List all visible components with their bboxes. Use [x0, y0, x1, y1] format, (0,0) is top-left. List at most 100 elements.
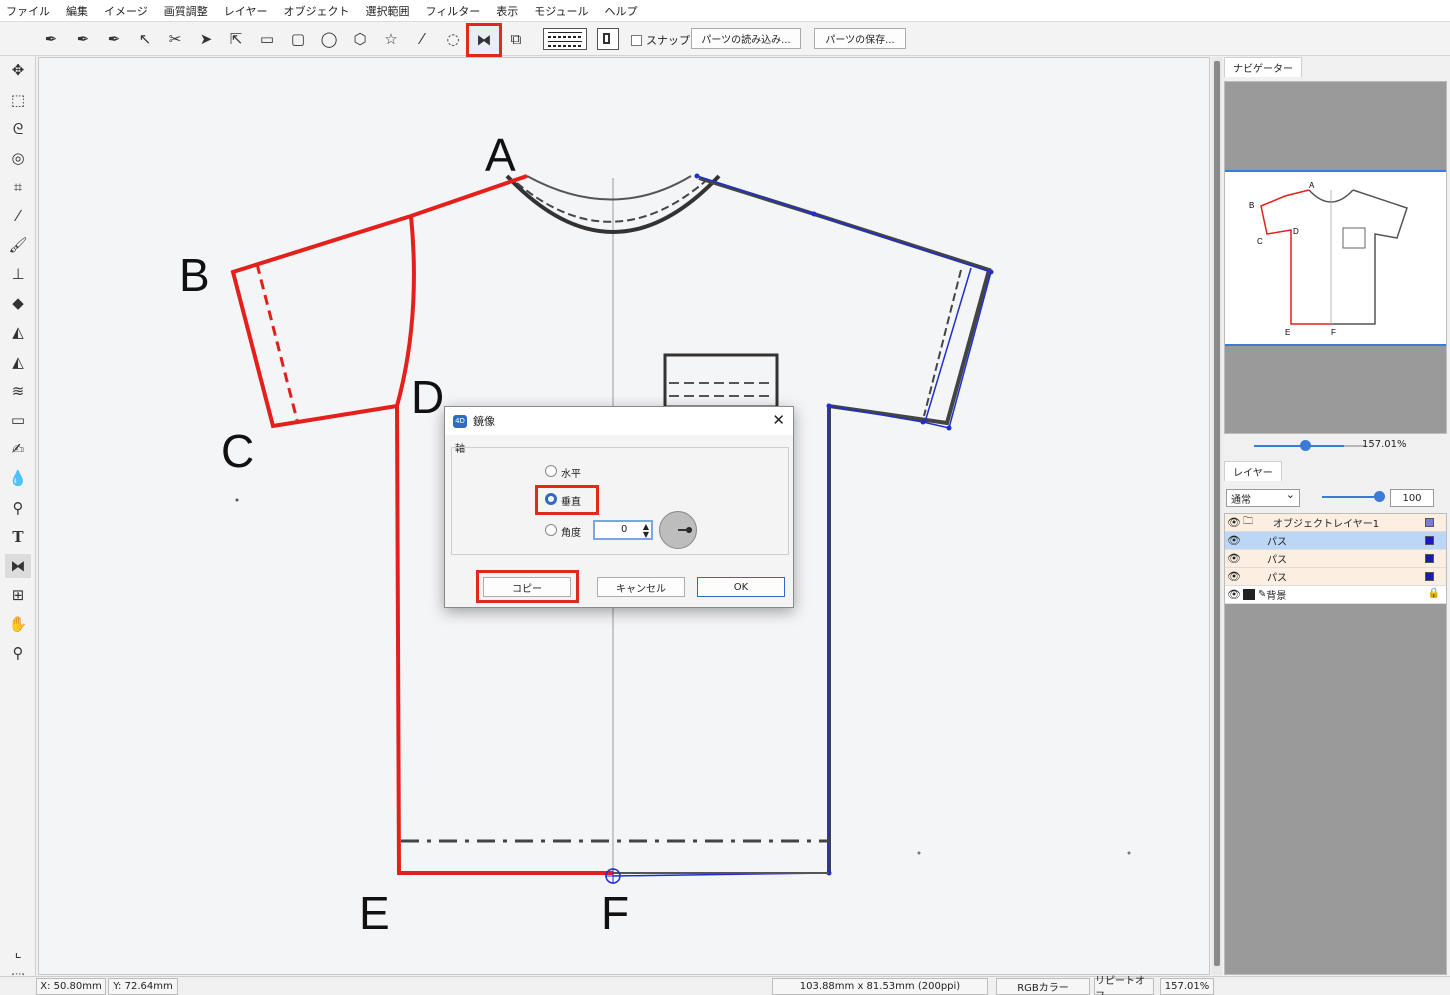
ok-button[interactable]: OK [697, 577, 785, 597]
eyedropper-icon[interactable]: ⁄ [5, 204, 31, 228]
horizontal-radio[interactable] [545, 465, 557, 477]
text-icon[interactable]: T [5, 525, 31, 549]
gradient-bucket-icon[interactable]: ◭ [5, 350, 31, 374]
layer-row[interactable]: 👁 パス [1225, 550, 1446, 568]
layer-row[interactable]: 👁 🗀 オブジェクトレイヤー1 [1225, 514, 1446, 532]
folder-icon: 🗀 [1243, 516, 1253, 527]
blend-mode-select[interactable]: 通常 [1226, 488, 1300, 507]
stamp-icon[interactable]: ⊥ [5, 262, 31, 286]
path-select-icon[interactable]: ➤ [193, 26, 219, 52]
vertical-radio[interactable] [545, 493, 557, 505]
eraser-icon[interactable]: ◆ [5, 291, 31, 315]
menu-object[interactable]: オブジェクト [283, 3, 349, 19]
crop-icon[interactable]: ⌗ [5, 175, 31, 199]
magic-wand-icon[interactable]: ◎ [5, 146, 31, 170]
menu-bar: ファイル 編集 イメージ 画質調整 レイヤー オブジェクト 選択範囲 フィルター… [0, 0, 1450, 22]
ruler-icon[interactable]: ⌞ [5, 940, 31, 964]
app-logo-icon: 4D [453, 414, 467, 428]
angle-value: 0 [621, 524, 628, 535]
menu-file[interactable]: ファイル [6, 3, 50, 19]
menu-image[interactable]: イメージ [104, 3, 148, 19]
polygon-icon[interactable]: ⬡ [347, 26, 373, 52]
mirror-tool-icon[interactable]: ⧓ [466, 23, 502, 57]
opacity-input[interactable]: 100 [1390, 489, 1434, 507]
menu-filter[interactable]: フィルター [425, 3, 480, 19]
load-parts-button[interactable]: パーツの読み込み... [691, 28, 801, 49]
layer-row[interactable]: 👁 ✎ 背景 🔒 [1225, 586, 1446, 604]
mirror-icon[interactable]: ⧓ [5, 554, 31, 578]
blur-drop-icon[interactable]: 💧 [5, 466, 31, 490]
eye-icon[interactable]: 👁 [1225, 552, 1243, 565]
status-size: 103.88mm x 81.53mm (200ppi) [772, 978, 988, 995]
opacity-slider[interactable] [1322, 496, 1378, 498]
eye-icon[interactable]: 👁 [1225, 588, 1243, 601]
dodge-icon[interactable]: ⚲ [5, 496, 31, 520]
hand-icon[interactable]: ✋ [5, 612, 31, 636]
direct-select-icon[interactable]: ⇱ [223, 26, 249, 52]
opacity-knob[interactable] [1374, 491, 1385, 502]
transform-icon[interactable]: ⧉ [503, 26, 529, 52]
line-style-selector[interactable] [543, 28, 587, 50]
add-anchor-icon[interactable]: ✒ [70, 26, 96, 52]
zoom-slider-track[interactable] [1254, 445, 1344, 447]
status-repeat[interactable]: リピートオフ [1094, 976, 1154, 995]
wave-icon[interactable]: ≋ [5, 379, 31, 403]
brush-icon[interactable]: 🖌 [5, 233, 31, 257]
ellipse-icon[interactable]: ◯ [316, 26, 342, 52]
status-x-value: 50.80mm [53, 981, 102, 992]
gradient-icon[interactable]: ▭ [5, 408, 31, 432]
canvas-scrollbar[interactable] [1212, 57, 1222, 975]
stroke-fill-icon[interactable] [597, 28, 619, 50]
status-color-mode[interactable]: RGBカラー [996, 978, 1090, 995]
status-zoom: 157.01% [1160, 978, 1214, 995]
delete-anchor-icon[interactable]: ✒ [101, 26, 127, 52]
rect-select-icon[interactable]: ⬚ [5, 88, 31, 112]
snap-checkbox[interactable] [631, 34, 642, 46]
pen-icon[interactable]: ✒ [38, 26, 64, 52]
snap-option[interactable]: スナップ [631, 32, 690, 48]
star-icon[interactable]: ☆ [378, 26, 404, 52]
menu-adjust[interactable]: 画質調整 [164, 3, 208, 19]
menu-layer[interactable]: レイヤー [224, 3, 268, 19]
eye-icon[interactable]: 👁 [1225, 516, 1243, 529]
layer-color-swatch [1425, 572, 1434, 581]
status-y: Y: 72.64mm [108, 978, 178, 995]
menu-help[interactable]: ヘルプ [604, 3, 637, 19]
smudge-icon[interactable]: ✍ [5, 437, 31, 461]
cancel-button[interactable]: キャンセル [597, 577, 685, 597]
menu-view[interactable]: 表示 [496, 3, 518, 19]
eyedropper-icon[interactable]: ⁄ [409, 26, 435, 52]
layer-row[interactable]: 👁 パス [1225, 568, 1446, 586]
convert-point-icon[interactable]: ↖ [132, 26, 158, 52]
layer-row[interactable]: 👁 パス [1225, 532, 1446, 550]
eye-icon[interactable]: 👁 [1225, 534, 1243, 547]
angle-spinner[interactable]: 0 ▲ ▼ [593, 520, 653, 540]
navigator-thumbnail[interactable]: A B C D E F [1225, 170, 1446, 346]
save-parts-button[interactable]: パーツの保存... [814, 28, 906, 49]
angle-radio[interactable] [545, 524, 557, 536]
rounded-rect-icon[interactable]: ▢ [285, 26, 311, 52]
menu-module[interactable]: モジュール [534, 3, 588, 19]
move-icon[interactable]: ✥ [5, 58, 31, 82]
eye-icon[interactable]: 👁 [1225, 570, 1243, 583]
layer-name: パス [1267, 573, 1287, 584]
menu-edit[interactable]: 編集 [66, 3, 88, 19]
bucket-icon[interactable]: ◭ [5, 320, 31, 344]
zoom-icon[interactable]: ⚲ [5, 641, 31, 665]
tools-panel: ✥ ⬚ ᘓ ◎ ⌗ ⁄ 🖌 ⊥ ◆ ◭ ◭ ≋ ▭ ✍ 💧 ⚲ T ⧓ ⊞ ✋ … [0, 56, 36, 987]
rectangle-icon[interactable]: ▭ [254, 26, 280, 52]
lasso-path-icon[interactable]: ◌ [440, 26, 466, 52]
close-icon[interactable]: ✕ [772, 411, 785, 429]
lasso-icon[interactable]: ᘓ [5, 117, 31, 141]
grid-icon[interactable]: ⊞ [5, 583, 31, 607]
navigator-tab[interactable]: ナビゲーター [1224, 57, 1302, 77]
app-window: { "menu": ["ファイル","編集","イメージ","画質調整","レイ… [0, 0, 1450, 995]
angle-dial[interactable] [659, 511, 697, 549]
scissors-icon[interactable]: ✂ [162, 26, 188, 52]
menu-select[interactable]: 選択範囲 [365, 3, 409, 19]
layer-name: パス [1267, 537, 1287, 548]
zoom-slider-knob[interactable] [1300, 440, 1311, 451]
copy-button[interactable]: コピー [483, 577, 571, 597]
layers-tab[interactable]: レイヤー [1224, 461, 1282, 481]
spinner-arrows-icon[interactable]: ▲ ▼ [643, 523, 649, 539]
